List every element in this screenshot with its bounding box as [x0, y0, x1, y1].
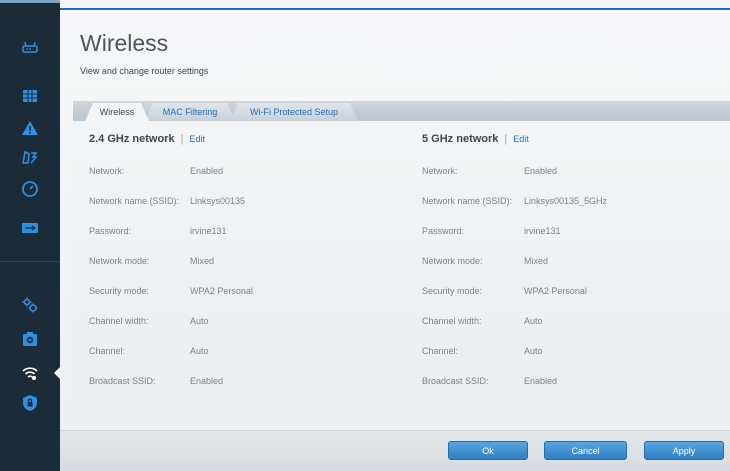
page-subtitle: View and change router settings — [80, 66, 209, 76]
apply-button[interactable]: Apply — [644, 441, 724, 460]
channel-width-label: Channel width: — [422, 316, 482, 326]
ok-button[interactable]: Ok — [448, 441, 528, 460]
header-accent-line — [60, 8, 730, 10]
security-shield-icon — [23, 395, 37, 411]
sidebar-nav — [0, 0, 60, 471]
network-5ghz-title: 5 GHz network — [422, 133, 499, 145]
nav-item-alerts[interactable] — [0, 114, 60, 142]
settings-panel: Wireless MAC Filtering Wi-Fi Protected S… — [73, 101, 730, 406]
security-mode-label: Security mode: — [422, 286, 483, 296]
security-mode-value: WPA2 Personal — [190, 286, 253, 296]
nav-item-connectivity[interactable] — [0, 291, 60, 319]
devices-grid-icon — [23, 90, 37, 102]
security-mode-value: WPA2 Personal — [524, 286, 587, 296]
channel-width-value: Auto — [524, 316, 543, 326]
sidebar-divider — [0, 261, 60, 262]
ssid-label: Network name (SSID): — [89, 196, 180, 206]
nav-item-external-storage[interactable] — [0, 214, 60, 242]
channel-label: Channel: — [89, 346, 126, 356]
channel-label: Channel: — [422, 346, 459, 356]
network-24ghz-title: 2.4 GHz network — [89, 133, 175, 145]
network-24ghz-heading: 2.4 GHz network | Edit — [89, 133, 205, 145]
ssid-label: Network name (SSID): — [422, 196, 513, 206]
ssid-value: Linksys00135 — [190, 196, 246, 206]
edit-5ghz-link[interactable]: Edit — [513, 134, 529, 144]
tab-wireless[interactable]: Wireless — [85, 103, 149, 121]
password-value: irvine131 — [190, 226, 227, 236]
heading-separator: | — [180, 133, 184, 145]
nav-item-troubleshooting[interactable] — [0, 325, 60, 353]
nav-item-devices[interactable] — [0, 82, 60, 110]
main-content: Wireless View and change router settings… — [60, 0, 730, 471]
troubleshooting-icon — [23, 332, 37, 346]
tab-mac-filtering[interactable]: MAC Filtering — [145, 103, 235, 121]
password-value: irvine131 — [524, 226, 561, 236]
edit-24ghz-link[interactable]: Edit — [189, 134, 205, 144]
network-status-label: Network: — [89, 166, 125, 176]
router-icon — [22, 41, 38, 53]
broadcast-ssid-label: Broadcast SSID: — [422, 376, 489, 386]
broadcast-ssid-value: Enabled — [524, 376, 558, 386]
router-settings-window: Wireless View and change router settings… — [0, 0, 730, 471]
warning-icon — [22, 121, 38, 135]
broadcast-ssid-label: Broadcast SSID: — [89, 376, 156, 386]
wireless-icon — [22, 367, 38, 380]
tab-bar: Wireless MAC Filtering Wi-Fi Protected S… — [73, 101, 730, 121]
password-label: Password: — [422, 226, 465, 236]
heading-separator: | — [504, 133, 508, 145]
footer-action-bar: Ok Cancel Apply — [60, 430, 730, 471]
channel-width-label: Channel width: — [89, 316, 149, 326]
external-storage-icon — [22, 223, 38, 233]
ssid-value: Linksys00135_5GHz — [524, 196, 608, 206]
network-mode-value: Mixed — [524, 256, 549, 266]
cancel-button[interactable]: Cancel — [544, 441, 627, 460]
password-label: Password: — [89, 226, 132, 236]
speed-test-icon — [22, 181, 38, 197]
page-title: Wireless — [80, 30, 169, 56]
security-mode-label: Security mode: — [89, 286, 150, 296]
tab-wifi-protected-setup[interactable]: Wi-Fi Protected Setup — [230, 103, 358, 121]
network-mode-value: Mixed — [190, 256, 215, 266]
nav-item-parental-controls[interactable] — [0, 143, 60, 171]
network-status-label: Network: — [422, 166, 458, 176]
settings-gears-icon — [22, 297, 38, 313]
nav-item-wireless[interactable] — [0, 359, 60, 387]
channel-value: Auto — [190, 346, 209, 356]
nav-item-router[interactable] — [0, 33, 60, 61]
network-status-value: Enabled — [524, 166, 558, 176]
nav-item-security[interactable] — [0, 389, 60, 417]
parental-controls-icon — [22, 150, 38, 164]
broadcast-ssid-value: Enabled — [190, 376, 224, 386]
network-mode-label: Network mode: — [89, 256, 150, 266]
nav-item-speed-test[interactable] — [0, 175, 60, 203]
network-mode-label: Network mode: — [422, 256, 483, 266]
channel-width-value: Auto — [190, 316, 209, 326]
network-status-value: Enabled — [190, 166, 224, 176]
network-5ghz-heading: 5 GHz network | Edit — [422, 133, 529, 145]
channel-value: Auto — [524, 346, 543, 356]
